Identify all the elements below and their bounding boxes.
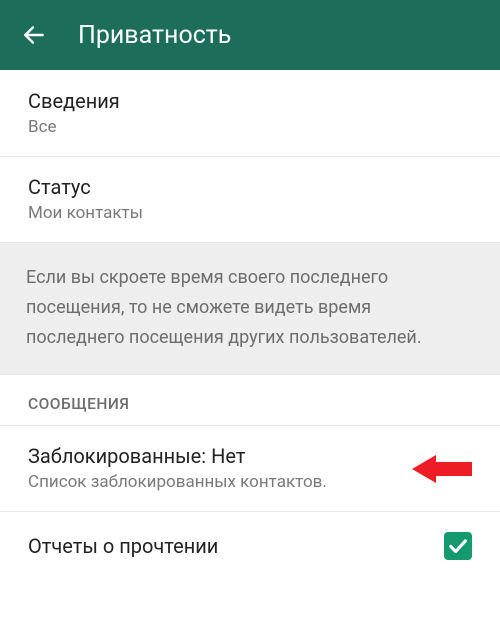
page-title: Приватность [78, 21, 231, 50]
about-item[interactable]: Сведения Все [0, 70, 500, 157]
about-subtitle: Все [28, 116, 472, 138]
about-title: Сведения [28, 88, 472, 114]
back-icon[interactable] [20, 21, 48, 49]
status-item[interactable]: Статус Мои контакты [0, 157, 500, 243]
status-subtitle: Мои контакты [28, 202, 472, 224]
blocked-item[interactable]: Заблокированные: Нет Список заблокирован… [0, 426, 500, 512]
read-receipts-checkbox[interactable] [444, 532, 472, 560]
section-messages: СООБЩЕНИЯ [0, 375, 500, 426]
last-seen-info: Если вы скроете время своего последнего … [0, 243, 500, 375]
status-title: Статус [28, 174, 472, 200]
blocked-subtitle: Список заблокированных контактов. [28, 471, 472, 493]
read-receipts-title: Отчеты о прочтении [28, 533, 218, 559]
app-header: Приватность [0, 0, 500, 70]
content: Сведения Все Статус Мои контакты Если вы… [0, 70, 500, 580]
read-receipts-item[interactable]: Отчеты о прочтении [0, 512, 500, 580]
blocked-title: Заблокированные: Нет [28, 443, 472, 469]
